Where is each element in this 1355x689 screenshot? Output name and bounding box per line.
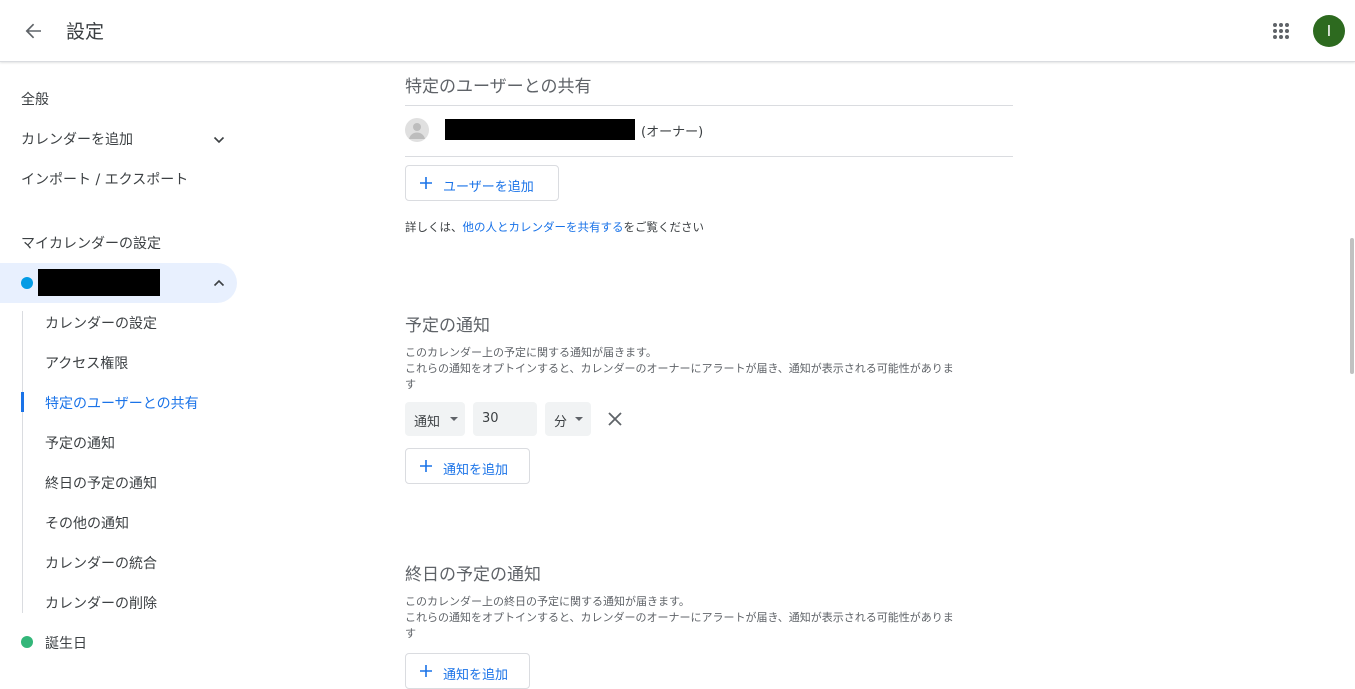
close-icon	[608, 412, 622, 426]
desc-line: このカレンダー上の終日の予定に関する通知が届きます。	[405, 595, 690, 608]
sidebar-item-my-calendar[interactable]	[0, 263, 237, 303]
dropdown-caret-icon	[450, 417, 458, 421]
add-notification-label: 通知を追加	[443, 463, 509, 478]
section-title-sharing: 特定のユーザーとの共有	[405, 77, 592, 97]
add-user-label: ユーザーを追加	[443, 180, 534, 195]
sidebar-item-access-permissions[interactable]: アクセス権限	[45, 353, 128, 373]
chevron-down-icon[interactable]	[212, 133, 226, 147]
divider	[405, 105, 1013, 106]
sidebar-item-integrate-calendar[interactable]: カレンダーの統合	[45, 553, 157, 573]
allday-notifications-description: このカレンダー上の終日の予定に関する通知が届きます。 これらの通知をオプトインす…	[405, 594, 1015, 642]
calendar-color-dot	[21, 277, 33, 289]
add-allday-notification-label: 通知を追加	[443, 668, 509, 683]
add-notification-button[interactable]: 通知を追加	[405, 448, 530, 484]
sidebar-item-birthdays[interactable]: 誕生日	[45, 633, 87, 653]
arrow-back-icon	[25, 23, 41, 39]
birthday-color-dot	[21, 636, 33, 648]
help-suffix: をご覧ください	[623, 220, 705, 234]
owner-label: (オーナー)	[641, 125, 704, 140]
sharing-help-text: 詳しくは、他の人とカレンダーを共有するをご覧ください	[405, 219, 704, 235]
back-button[interactable]	[16, 13, 52, 49]
add-user-button[interactable]: ユーザーを追加	[405, 165, 559, 201]
share-help-link[interactable]: 他の人とカレンダーを共有する	[463, 220, 624, 234]
notification-amount-input[interactable]: 30	[473, 402, 537, 436]
plus-icon	[420, 177, 432, 189]
sidebar-item-add-calendar[interactable]: カレンダーを追加	[21, 129, 133, 149]
sidebar-item-other-notifications[interactable]: その他の通知	[45, 513, 129, 533]
chevron-up-icon[interactable]	[212, 276, 226, 290]
help-prefix: 詳しくは、	[405, 220, 463, 234]
plus-icon	[420, 665, 432, 677]
notification-amount-value: 30	[482, 411, 499, 426]
desc-line: す	[405, 627, 416, 640]
notification-type-select[interactable]: 通知	[405, 402, 465, 436]
desc-line: このカレンダー上の予定に関する通知が届きます。	[405, 346, 657, 359]
redacted-owner-email	[445, 119, 635, 140]
desc-line: これらの通知をオプトインすると、カレンダーのオーナーにアラートが届き、通知が表示…	[405, 362, 954, 375]
remove-notification-button[interactable]	[604, 408, 626, 430]
page-title: 設定	[66, 21, 105, 43]
notification-unit-select[interactable]: 分	[545, 402, 591, 436]
scrollbar-thumb[interactable]	[1350, 238, 1354, 374]
redacted-calendar-name	[38, 269, 160, 296]
event-notifications-description: このカレンダー上の予定に関する通知が届きます。 これらの通知をオプトインすると、…	[405, 345, 1015, 393]
active-indicator	[21, 392, 24, 412]
apps-grid-icon	[1273, 23, 1289, 39]
plus-icon	[420, 460, 432, 472]
section-title-event-notifications: 予定の通知	[405, 316, 490, 336]
divider	[405, 156, 1013, 157]
sidebar-item-calendar-settings[interactable]: カレンダーの設定	[45, 313, 157, 333]
my-calendars-heading: マイカレンダーの設定	[21, 236, 161, 252]
google-apps-button[interactable]	[1266, 16, 1296, 46]
top-bar: 設定 I	[0, 0, 1355, 62]
sidebar-item-import-export[interactable]: インポート / エクスポート	[21, 169, 188, 189]
person-icon	[405, 118, 429, 142]
sidebar-item-event-notifications[interactable]: 予定の通知	[45, 433, 115, 453]
account-avatar[interactable]: I	[1313, 15, 1345, 47]
sidebar-item-share-with-people[interactable]: 特定のユーザーとの共有	[45, 393, 199, 413]
dropdown-caret-icon	[575, 417, 583, 421]
sidebar-item-general[interactable]: 全般	[21, 89, 49, 109]
section-title-allday-notifications: 終日の予定の通知	[405, 565, 541, 585]
add-allday-notification-button[interactable]: 通知を追加	[405, 653, 530, 689]
settings-sidebar: 全般 カレンダーを追加 インポート / エクスポート マイカレンダーの設定 カレ…	[0, 63, 260, 689]
desc-line: これらの通知をオプトインすると、カレンダーのオーナーにアラートが届き、通知が表示…	[405, 611, 954, 624]
submenu-divider	[22, 311, 23, 613]
notification-type-value: 通知	[414, 415, 441, 430]
desc-line: す	[405, 378, 416, 391]
sidebar-item-allday-notifications[interactable]: 終日の予定の通知	[45, 473, 157, 493]
sidebar-item-remove-calendar[interactable]: カレンダーの削除	[45, 593, 157, 613]
notification-unit-value: 分	[554, 415, 568, 430]
